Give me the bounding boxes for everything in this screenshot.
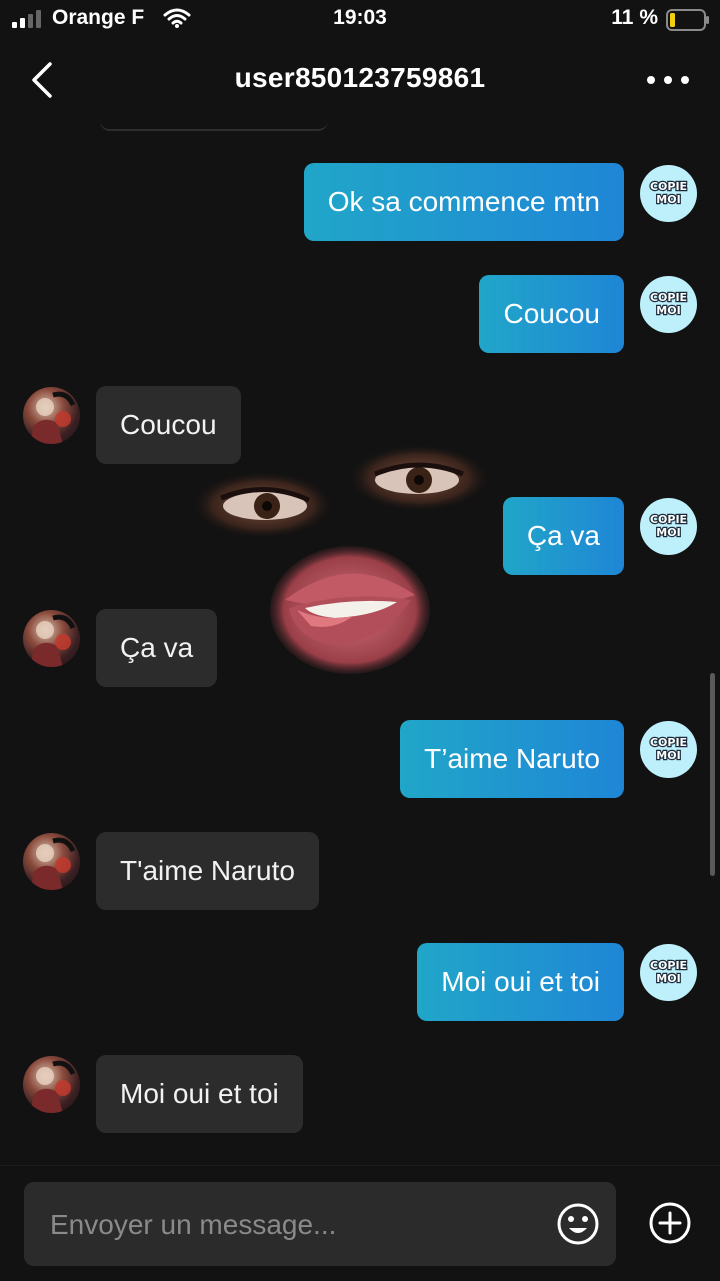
- more-horizontal-icon[interactable]: [646, 70, 690, 90]
- battery-percentage: 11 %: [611, 6, 658, 29]
- avatar-me[interactable]: COPIE MOI: [640, 721, 697, 778]
- status-bar: Orange F 19:03 11 %: [0, 0, 720, 40]
- conversation-title: user850123759861: [234, 62, 486, 93]
- plus-circle-icon[interactable]: [648, 1201, 692, 1245]
- avatar-me[interactable]: COPIE MOI: [640, 165, 697, 222]
- emoji-smile-icon[interactable]: [556, 1202, 600, 1246]
- avatar-other[interactable]: [23, 610, 80, 667]
- message-input-container[interactable]: [24, 1182, 616, 1268]
- svg-text:COPIE: COPIE: [650, 736, 687, 749]
- message-bubble-sent[interactable]: Ça va: [502, 497, 624, 575]
- message-bubble-sent[interactable]: Coucou: [479, 275, 624, 353]
- message-bubble-received[interactable]: T'aime Naruto: [96, 832, 319, 910]
- previous-message-edge: [100, 121, 328, 131]
- svg-text:MOI: MOI: [656, 749, 680, 762]
- message-bubble-sent[interactable]: T’aime Naruto: [400, 720, 624, 798]
- svg-text:MOI: MOI: [656, 972, 680, 985]
- svg-text:MOI: MOI: [656, 526, 680, 539]
- scrollbar[interactable]: [710, 673, 715, 876]
- message-bubble-sent[interactable]: Moi oui et toi: [417, 943, 624, 1021]
- chat-header: user850123759861: [0, 40, 720, 120]
- svg-text:COPIE: COPIE: [650, 291, 687, 304]
- avatar-other[interactable]: [23, 387, 80, 444]
- avatar-me[interactable]: COPIE MOI: [640, 276, 697, 333]
- avatar-me[interactable]: COPIE MOI: [640, 944, 697, 1001]
- battery-low-icon: [666, 9, 709, 31]
- chevron-left-icon[interactable]: [26, 60, 62, 100]
- svg-text:MOI: MOI: [656, 193, 680, 206]
- svg-text:COPIE: COPIE: [650, 513, 687, 526]
- avatar-other[interactable]: [23, 1056, 80, 1113]
- svg-text:COPIE: COPIE: [650, 180, 687, 193]
- message-input[interactable]: [48, 1182, 552, 1268]
- avatar-me[interactable]: COPIE MOI: [640, 498, 697, 555]
- message-bubble-received[interactable]: Ça va: [96, 609, 218, 687]
- message-bubble-received[interactable]: Coucou: [96, 386, 241, 464]
- svg-text:MOI: MOI: [656, 304, 680, 317]
- message-bubble-sent[interactable]: Ok sa commence mtn: [303, 163, 624, 241]
- face-sticker-image: [191, 444, 491, 674]
- avatar-other[interactable]: [23, 833, 80, 890]
- message-bubble-received[interactable]: Moi oui et toi: [96, 1055, 303, 1133]
- message-composer: [0, 1165, 720, 1281]
- svg-text:COPIE: COPIE: [650, 959, 687, 972]
